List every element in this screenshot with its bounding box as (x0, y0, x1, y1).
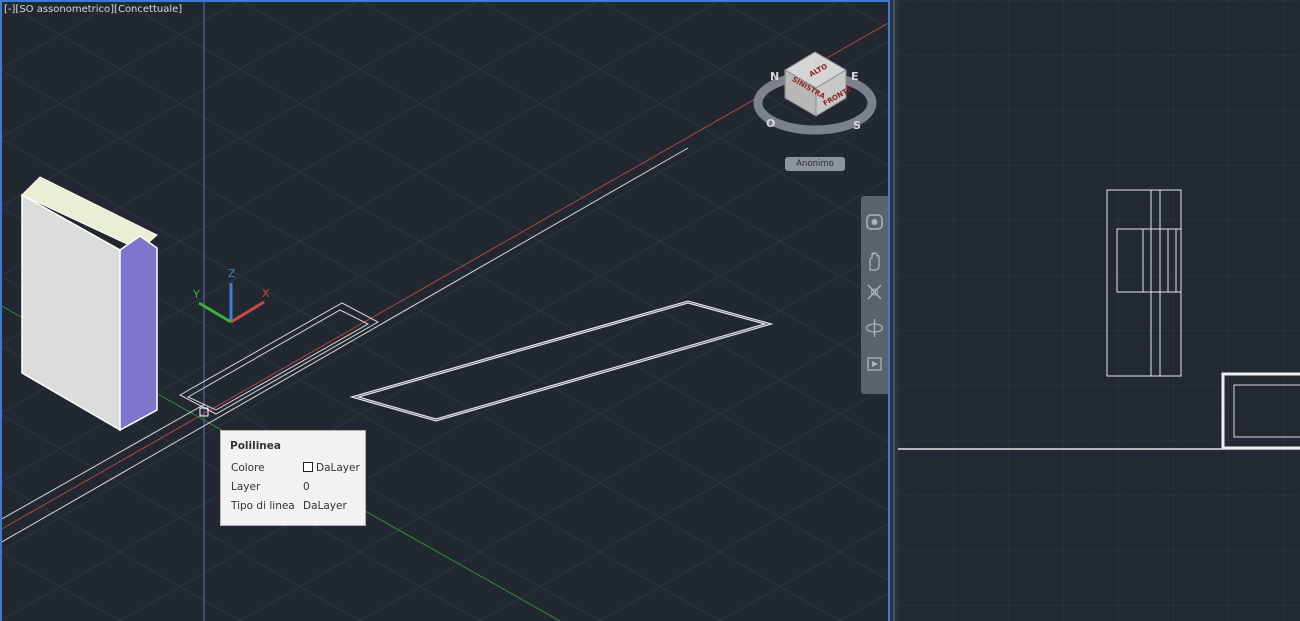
pan-icon[interactable] (864, 250, 885, 274)
quick-properties-tooltip: Polilinea Colore DaLayer Layer 0 Tipo di… (220, 430, 366, 526)
tooltip-value-linetype: DaLayer (303, 500, 347, 512)
tooltip-title: Polilinea (230, 440, 281, 452)
compass-south[interactable]: S (853, 119, 861, 132)
compass-east[interactable]: E (851, 70, 859, 83)
steering-wheel-icon[interactable] (864, 210, 885, 234)
viewport-plan[interactable] (898, 0, 1300, 621)
tooltip-value-layer: 0 (303, 481, 310, 493)
ucs-menu[interactable]: Anonimo (785, 157, 845, 171)
navigation-bar (861, 196, 888, 394)
tooltip-value-color-text: DaLayer (316, 462, 360, 474)
compass-north[interactable]: N (770, 70, 779, 83)
viewport-isometric[interactable]: Z X Y ALTO SINISTRA FRONTE O S N E [-][S… (0, 0, 890, 621)
showmotion-icon[interactable] (864, 352, 885, 376)
color-swatch (303, 462, 313, 472)
ucs-z-label: Z (228, 267, 236, 280)
tooltip-label-layer: Layer (231, 481, 261, 493)
plan-grid (898, 0, 1300, 621)
model-space-drawing[interactable]: Z X Y ALTO SINISTRA FRONTE O S N E (0, 0, 890, 621)
compass-west[interactable]: O (766, 117, 775, 130)
tooltip-label-color: Colore (231, 462, 265, 474)
orbit-icon[interactable] (864, 316, 885, 340)
tooltip-label-linetype: Tipo di linea (231, 500, 295, 512)
plan-drawing[interactable] (898, 0, 1300, 621)
zoom-extents-icon[interactable] (864, 280, 885, 304)
tooltip-value-color: DaLayer (303, 462, 360, 474)
viewport-splitter[interactable] (890, 0, 898, 621)
ucs-y-label: Y (192, 288, 200, 301)
ucs-x-label: X (262, 287, 270, 300)
viewport-controls-label[interactable]: [-][SO assonometrico][Concettuale] (4, 4, 182, 15)
